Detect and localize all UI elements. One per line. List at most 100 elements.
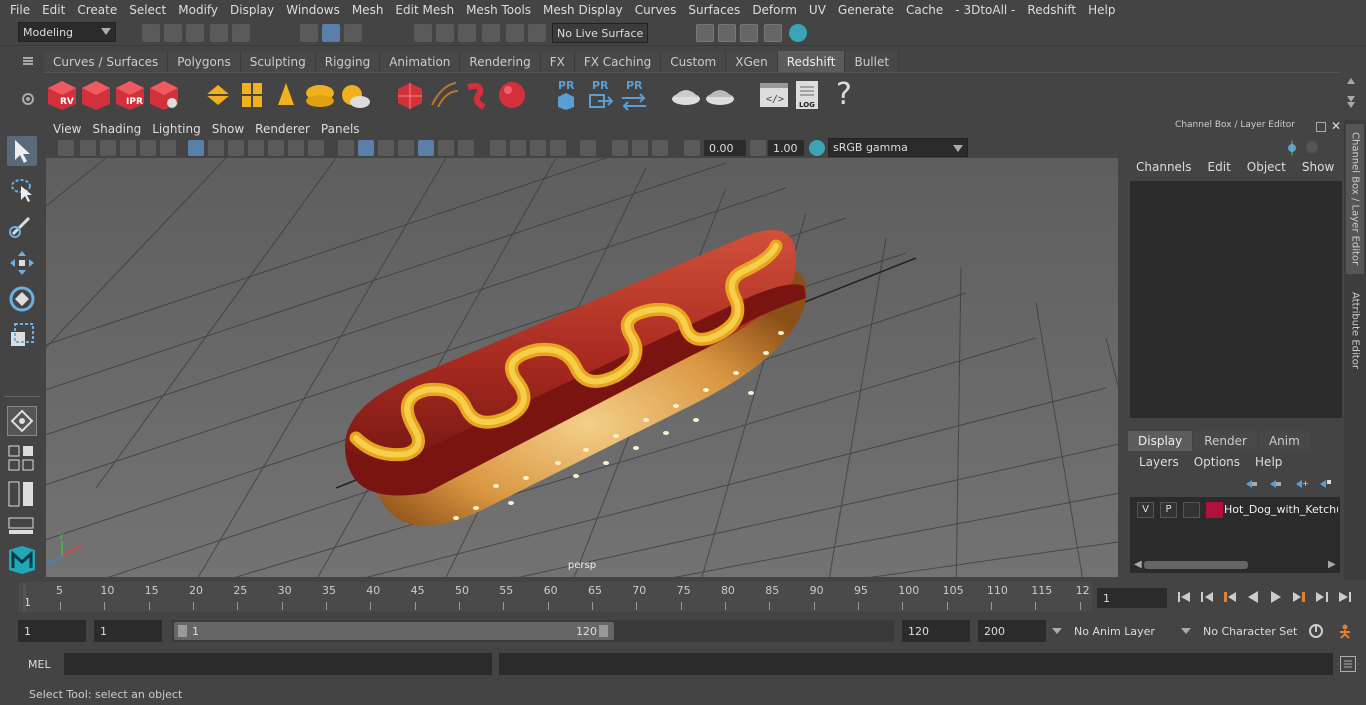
tab-curves-surfaces[interactable]: Curves / Surfaces <box>44 51 169 72</box>
redshift-mesh-light-icon[interactable] <box>394 79 426 111</box>
lasso-tool-icon[interactable] <box>7 174 37 204</box>
cb-menu-show[interactable]: Show <box>1302 160 1334 178</box>
tab-redshift[interactable]: Redshift <box>777 51 846 72</box>
redshift-render-view-icon[interactable]: RV <box>46 79 78 111</box>
new-scene-icon[interactable] <box>142 24 160 42</box>
show-manipulator-icon[interactable] <box>7 406 37 436</box>
menu-modify[interactable]: Modify <box>172 3 224 17</box>
menu-redshift[interactable]: Redshift <box>1021 3 1082 17</box>
side-tab-attribute-editor[interactable]: Attribute Editor <box>1346 280 1364 380</box>
field-chart-icon[interactable] <box>268 140 284 156</box>
tab-polygons[interactable]: Polygons <box>168 51 241 72</box>
scroll-left-icon[interactable]: ◀ <box>1134 559 1142 570</box>
move-tool-icon[interactable] <box>7 248 37 278</box>
snap-view-icon[interactable] <box>482 24 500 42</box>
playback-end-field[interactable]: 120 <box>902 620 970 642</box>
tab-animation[interactable]: Animation <box>380 51 461 72</box>
tab-xgen[interactable]: XGen <box>726 51 778 72</box>
toggle-icon[interactable] <box>1306 141 1318 153</box>
gate-mask-icon[interactable] <box>248 140 264 156</box>
redshift-sphere-icon[interactable] <box>496 79 528 111</box>
menu-cache[interactable]: Cache <box>900 3 949 17</box>
layer-name[interactable]: Hot_Dog_with_Ketchu <box>1224 503 1338 516</box>
side-tab-channel-box[interactable]: Channel Box / Layer Editor <box>1346 124 1364 274</box>
step-forward-key-icon[interactable] <box>1314 589 1330 605</box>
open-scene-icon[interactable] <box>164 24 182 42</box>
layer-color-swatch[interactable] <box>1206 502 1223 518</box>
range-slider-handle[interactable] <box>174 622 614 640</box>
step-forward-frame-icon[interactable] <box>1291 589 1307 605</box>
tab-custom[interactable]: Custom <box>661 51 727 72</box>
menu-curves[interactable]: Curves <box>629 3 683 17</box>
chevron-down-icon[interactable] <box>1181 628 1191 634</box>
redshift-settings-icon[interactable] <box>148 79 180 111</box>
redshift-dome-light-icon[interactable] <box>304 79 336 111</box>
select-hierarchy-icon[interactable] <box>300 24 318 42</box>
cb-menu-channels[interactable]: Channels <box>1136 160 1192 178</box>
xray-icon[interactable] <box>612 140 628 156</box>
menu-select[interactable]: Select <box>123 3 172 17</box>
layer-menu-help[interactable]: Help <box>1255 455 1282 469</box>
layer-menu-layers[interactable]: Layers <box>1139 455 1179 469</box>
scale-tool-icon[interactable] <box>7 320 37 350</box>
animation-end-field[interactable]: 200 <box>978 620 1046 642</box>
tab-anim-layers[interactable]: Anim <box>1258 431 1310 451</box>
new-layer-selected-icon[interactable] <box>1318 478 1332 490</box>
close-icon[interactable]: ✕ <box>1331 120 1343 132</box>
hypershade-icon[interactable] <box>789 24 807 42</box>
tab-bullet[interactable]: Bullet <box>845 51 900 72</box>
gamma-icon[interactable] <box>750 140 766 156</box>
menu-display[interactable]: Display <box>224 3 280 17</box>
play-forward-icon[interactable] <box>1268 589 1284 605</box>
cb-menu-edit[interactable]: Edit <box>1208 160 1231 178</box>
shelf-settings-icon[interactable] <box>21 92 35 106</box>
rotate-tool-icon[interactable] <box>7 284 37 314</box>
menu-edit-mesh[interactable]: Edit Mesh <box>389 3 460 17</box>
select-component-icon[interactable] <box>344 24 362 42</box>
auto-key-icon[interactable] <box>1308 623 1324 639</box>
color-management-icon[interactable] <box>809 140 825 156</box>
redshift-bake-icon[interactable] <box>670 79 702 111</box>
menuset-dropdown[interactable]: Modeling <box>18 22 116 42</box>
new-layer-icon[interactable]: + <box>1294 478 1309 490</box>
step-back-key-icon[interactable] <box>1199 589 1215 605</box>
xray-joints-icon[interactable] <box>632 140 648 156</box>
layer-visibility-toggle[interactable]: V <box>1137 502 1154 518</box>
script-editor-icon[interactable] <box>1340 656 1356 672</box>
grease-pencil-icon[interactable] <box>160 140 176 156</box>
playback-start-field[interactable]: 1 <box>94 620 162 642</box>
camera-select-icon[interactable] <box>58 140 74 156</box>
tab-rendering[interactable]: Rendering <box>460 51 541 72</box>
smooth-shade-icon[interactable] <box>358 140 374 156</box>
snap-surface-icon[interactable] <box>506 24 524 42</box>
resolution-gate-icon[interactable] <box>228 140 244 156</box>
textured-icon[interactable] <box>418 140 434 156</box>
select-object-icon[interactable] <box>322 24 340 42</box>
command-input[interactable] <box>64 653 492 675</box>
menu-mesh[interactable]: Mesh <box>346 3 390 17</box>
redshift-script-icon[interactable]: </> <box>758 79 790 111</box>
redo-icon[interactable] <box>232 24 250 42</box>
play-backward-icon[interactable] <box>1245 589 1261 605</box>
menu-help[interactable]: Help <box>1082 3 1121 17</box>
camera-attributes-icon[interactable] <box>80 140 96 156</box>
redshift-aov-icon[interactable] <box>704 79 736 111</box>
range-slider-end-grip[interactable] <box>599 625 608 637</box>
tab-fx-caching[interactable]: FX Caching <box>574 51 662 72</box>
vp-menu-panels[interactable]: Panels <box>321 122 367 136</box>
character-set-dropdown[interactable]: No Character Set <box>1195 620 1299 642</box>
redshift-curve-icon[interactable] <box>462 79 494 111</box>
tab-sculpting[interactable]: Sculpting <box>240 51 316 72</box>
current-frame-field[interactable]: 1 <box>1097 588 1167 608</box>
menu-uv[interactable]: UV <box>803 3 832 17</box>
ipr-render-icon[interactable] <box>740 24 758 42</box>
vp-menu-view[interactable]: View <box>53 122 88 136</box>
redshift-log-icon[interactable]: LOG <box>792 79 824 111</box>
paint-select-tool-icon[interactable] <box>7 210 37 240</box>
vp-menu-lighting[interactable]: Lighting <box>152 122 208 136</box>
render-frame-icon[interactable] <box>718 24 736 42</box>
time-slider[interactable]: 5 10 15 20 25 30 35 40 45 50 55 60 65 70 75 80 85 90 95 100… <box>18 582 1092 612</box>
depth-of-field-icon[interactable] <box>550 140 566 156</box>
tab-render-layers[interactable]: Render <box>1194 431 1257 451</box>
2d-pan-zoom-icon[interactable] <box>140 140 156 156</box>
